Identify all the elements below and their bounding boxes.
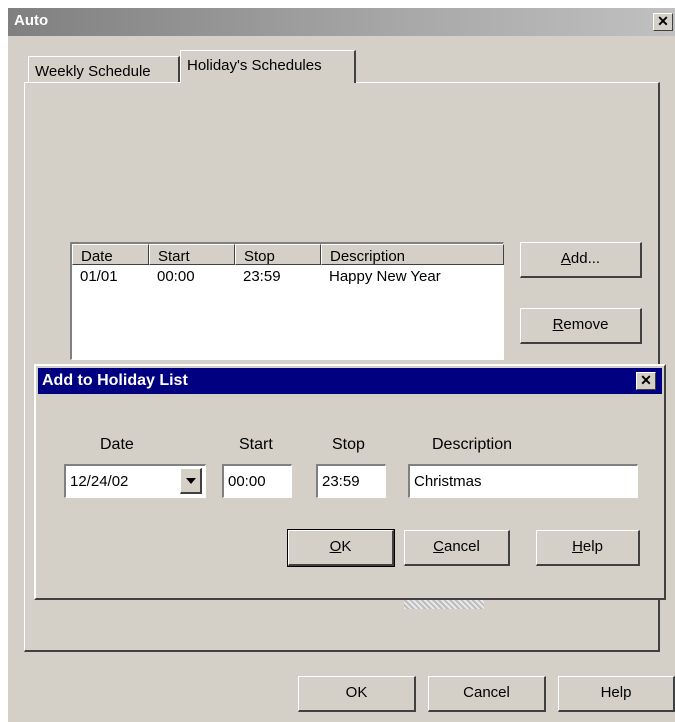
footer-help-button[interactable]: Help bbox=[558, 676, 675, 712]
column-header-description[interactable]: Description bbox=[321, 244, 504, 265]
cell-date[interactable]: 01/01 bbox=[80, 268, 118, 285]
remove-label: emove bbox=[563, 316, 609, 333]
stop-label: Stop bbox=[332, 436, 365, 453]
window-close-icon[interactable]: ✕ bbox=[653, 13, 673, 31]
date-label: Date bbox=[100, 436, 134, 453]
dialog-help-button[interactable]: Help bbox=[536, 530, 640, 566]
help-mnemonic: H bbox=[572, 538, 583, 555]
footer-ok-label: OK bbox=[345, 684, 368, 701]
dialog-close-icon[interactable]: ✕ bbox=[636, 372, 656, 390]
cell-start[interactable]: 00:00 bbox=[157, 268, 195, 285]
window-title: Auto bbox=[14, 12, 49, 29]
cancel-label: ancel bbox=[443, 538, 480, 555]
footer-help-label: Help bbox=[600, 684, 632, 701]
chevron-down-icon[interactable] bbox=[180, 468, 202, 494]
cell-stop[interactable]: 23:59 bbox=[243, 268, 281, 285]
column-header-date[interactable]: Date bbox=[72, 244, 149, 265]
remove-button[interactable]: Remove bbox=[520, 308, 642, 344]
date-value: 12/24/02 bbox=[70, 473, 129, 490]
add-holiday-dialog: Add to Holiday List ✕ Date Start Stop De… bbox=[34, 364, 666, 600]
tab-holidays-schedules[interactable]: Holiday's Schedules bbox=[180, 50, 356, 83]
add-mnemonic: A bbox=[560, 250, 571, 267]
holiday-list[interactable]: Date Start Stop Description 01/01 00:00 … bbox=[70, 242, 504, 360]
column-header-stop[interactable]: Stop bbox=[235, 244, 321, 265]
footer-cancel-label: Cancel bbox=[463, 684, 510, 701]
window-title-bar[interactable]: Auto ✕ bbox=[8, 8, 675, 36]
start-value: 00:00 bbox=[228, 473, 266, 490]
start-time-field[interactable]: 00:00 bbox=[222, 464, 292, 498]
stop-value: 23:59 bbox=[322, 473, 360, 490]
auto-window: Auto ✕ Weekly Schedule Holiday's Schedul… bbox=[8, 8, 675, 722]
ok-label: K bbox=[341, 538, 352, 555]
footer-cancel-button[interactable]: Cancel bbox=[428, 676, 546, 712]
column-header-start[interactable]: Start bbox=[149, 244, 235, 265]
dialog-title: Add to Holiday List bbox=[42, 372, 188, 389]
description-value: Christmas bbox=[414, 473, 482, 490]
cancel-mnemonic: C bbox=[433, 538, 444, 555]
stop-time-field[interactable]: 23:59 bbox=[316, 464, 386, 498]
tab-weekly-schedule[interactable]: Weekly Schedule bbox=[28, 56, 180, 83]
date-combobox[interactable]: 12/24/02 bbox=[64, 464, 206, 498]
cell-description[interactable]: Happy New Year bbox=[329, 268, 441, 285]
description-label: Description bbox=[432, 436, 513, 453]
remove-mnemonic: R bbox=[552, 316, 564, 333]
start-label: Start bbox=[239, 436, 273, 453]
dialog-ok-button[interactable]: OK bbox=[287, 529, 395, 567]
dialog-cancel-button[interactable]: Cancel bbox=[404, 530, 510, 566]
footer-ok-button[interactable]: OK bbox=[298, 676, 416, 712]
tab-label: Holiday's Schedules bbox=[187, 57, 322, 74]
tab-label: Weekly Schedule bbox=[35, 63, 151, 80]
ok-mnemonic: O bbox=[329, 538, 342, 555]
add-button[interactable]: Add... bbox=[520, 242, 642, 278]
description-field[interactable]: Christmas bbox=[408, 464, 638, 498]
add-label: dd... bbox=[570, 250, 601, 267]
dialog-title-bar[interactable]: Add to Holiday List ✕ bbox=[38, 368, 662, 394]
help-label: elp bbox=[582, 538, 603, 555]
